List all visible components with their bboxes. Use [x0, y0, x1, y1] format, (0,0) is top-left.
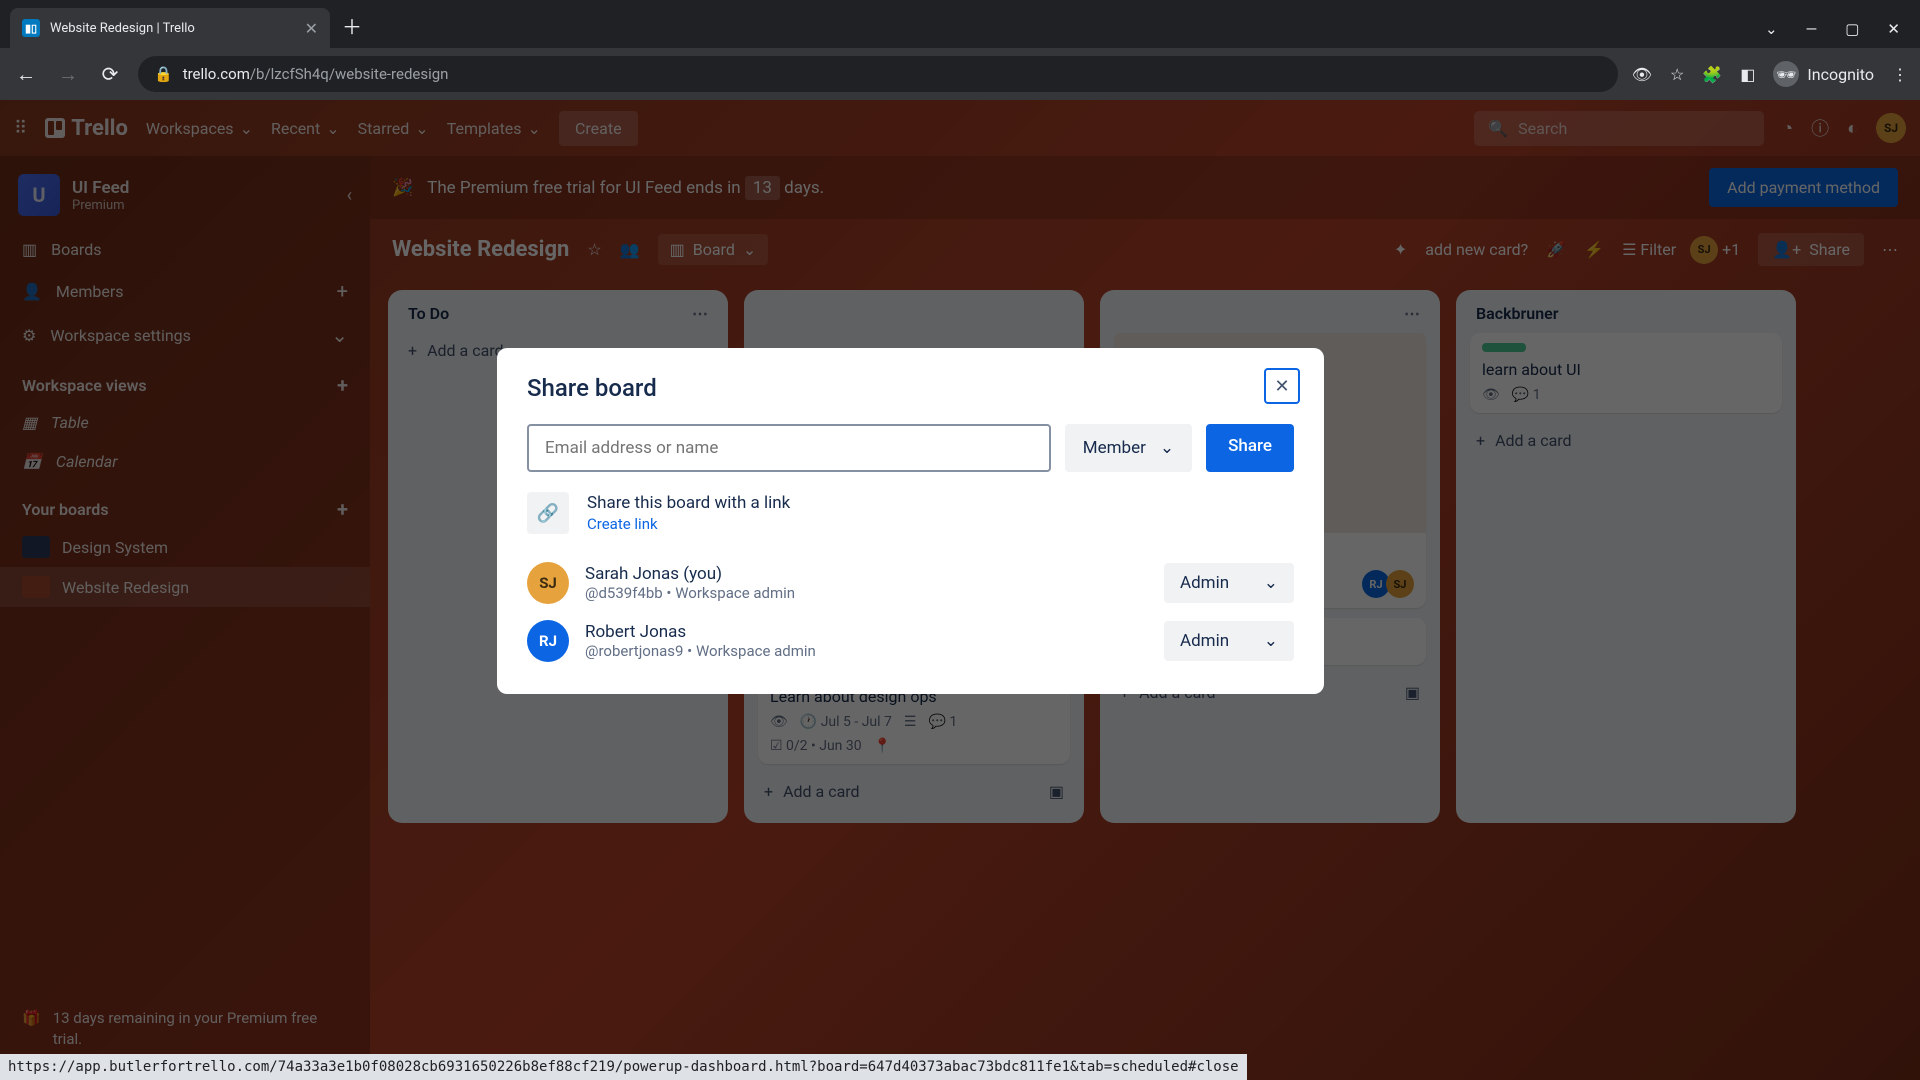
- incognito-badge[interactable]: 🕶 Incognito: [1773, 61, 1874, 87]
- back-button[interactable]: ←: [12, 62, 40, 87]
- url-host: trello.com: [183, 65, 250, 83]
- window-controls: ⌄ — ▢ ✕: [1745, 20, 1920, 48]
- member-sub: @d539f4bb • Workspace admin: [585, 584, 795, 602]
- reload-button[interactable]: ⟳: [96, 62, 124, 86]
- url-field[interactable]: 🔒 trello.com/b/lzcfSh4q/website-redesign: [138, 56, 1618, 92]
- minimize-icon[interactable]: —: [1806, 20, 1818, 38]
- link-title: Share this board with a link: [587, 493, 790, 513]
- kebab-menu-icon[interactable]: ⋮: [1892, 65, 1908, 84]
- lock-icon: 🔒: [154, 65, 173, 83]
- chevron-down-icon: ⌄: [1264, 631, 1278, 651]
- share-submit-button[interactable]: Share: [1206, 424, 1294, 472]
- eye-off-icon[interactable]: 👁: [1632, 65, 1652, 84]
- share-link-row: 🔗 Share this board with a link Create li…: [527, 492, 1294, 534]
- forward-button: →: [54, 62, 82, 87]
- member-avatar: SJ: [527, 562, 569, 604]
- link-icon: 🔗: [527, 492, 569, 534]
- member-row: SJ Sarah Jonas (you) @d539f4bb • Workspa…: [527, 554, 1294, 612]
- maximize-icon[interactable]: ▢: [1845, 20, 1859, 38]
- create-link-button[interactable]: Create link: [587, 515, 790, 533]
- close-window-icon[interactable]: ✕: [1887, 20, 1900, 38]
- incognito-icon: 🕶: [1773, 61, 1799, 87]
- chevron-down-icon: ⌄: [1160, 438, 1174, 458]
- side-panel-icon[interactable]: ◧: [1740, 65, 1755, 84]
- email-input[interactable]: [527, 424, 1051, 472]
- trello-favicon: ▮▯: [22, 19, 40, 37]
- url-path: /b/lzcfSh4q/website-redesign: [250, 65, 449, 83]
- new-tab-button[interactable]: ＋: [342, 11, 362, 40]
- chevron-down-icon: ⌄: [1264, 573, 1278, 593]
- close-tab-icon[interactable]: ✕: [305, 19, 318, 38]
- address-bar: ← → ⟳ 🔒 trello.com/b/lzcfSh4q/website-re…: [0, 48, 1920, 100]
- share-board-modal: Share board ✕ Member⌄ Share 🔗 Share this…: [497, 348, 1324, 694]
- member-name: Sarah Jonas (you): [585, 564, 795, 584]
- member-role-select[interactable]: Admin⌄: [1164, 621, 1294, 661]
- role-select[interactable]: Member⌄: [1065, 424, 1192, 472]
- bookmark-star-icon[interactable]: ☆: [1670, 65, 1684, 84]
- member-name: Robert Jonas: [585, 622, 816, 642]
- member-role-select[interactable]: Admin⌄: [1164, 563, 1294, 603]
- browser-tab-strip: ▮▯ Website Redesign | Trello ✕ ＋ ⌄ — ▢ ✕: [0, 0, 1920, 48]
- tab-dropdown-icon[interactable]: ⌄: [1765, 20, 1778, 38]
- member-avatar: RJ: [527, 620, 569, 662]
- member-sub: @robertjonas9 • Workspace admin: [585, 642, 816, 660]
- browser-tab[interactable]: ▮▯ Website Redesign | Trello ✕: [10, 8, 330, 48]
- close-modal-button[interactable]: ✕: [1264, 368, 1300, 404]
- status-bar: https://app.butlerfortrello.com/74a33a3e…: [0, 1054, 1247, 1080]
- modal-title: Share board: [527, 374, 1294, 402]
- extensions-icon[interactable]: 🧩: [1702, 65, 1722, 84]
- tab-title: Website Redesign | Trello: [50, 21, 295, 36]
- incognito-label: Incognito: [1807, 65, 1874, 84]
- member-row: RJ Robert Jonas @robertjonas9 • Workspac…: [527, 612, 1294, 670]
